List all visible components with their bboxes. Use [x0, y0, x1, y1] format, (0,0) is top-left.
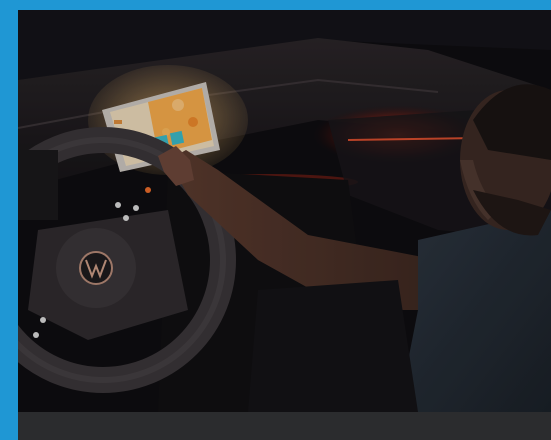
photo-illustration: [18, 10, 551, 412]
image-frame: [0, 0, 551, 440]
caption-bar: [18, 412, 551, 440]
car-interior-photo: [18, 10, 551, 412]
